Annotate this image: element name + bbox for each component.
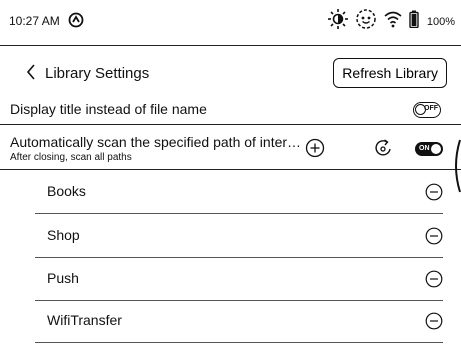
toggle-state-text: OFF <box>424 105 438 112</box>
battery-percent: 100% <box>426 15 455 28</box>
display-title-toggle[interactable]: OFF <box>413 102 441 118</box>
status-bar: 10:27 AM 100% <box>0 0 461 46</box>
toggle-state-text: ON <box>419 145 430 152</box>
sync-status-icon <box>68 12 84 33</box>
remove-path-icon[interactable] <box>425 227 443 250</box>
path-row-wifitransfer[interactable]: WifiTransfer <box>35 299 443 343</box>
auto-scan-row[interactable]: Automatically scan the specified path of… <box>0 126 461 170</box>
path-label: WifiTransfer <box>47 312 122 328</box>
auto-scan-label: Automatically scan the specified path of… <box>10 134 306 150</box>
side-handle[interactable] <box>451 138 461 199</box>
display-title-label: Display title instead of file name <box>10 101 207 117</box>
remove-path-icon[interactable] <box>425 270 443 293</box>
add-path-icon[interactable] <box>305 138 325 163</box>
path-label: Push <box>47 270 79 286</box>
brightness-icon[interactable] <box>327 8 349 35</box>
path-row-push[interactable]: Push <box>35 257 443 301</box>
path-row-shop[interactable]: Shop <box>35 214 443 258</box>
toggle-knob <box>431 144 441 154</box>
remove-path-icon[interactable] <box>425 183 443 206</box>
display-title-row[interactable]: Display title instead of file name OFF <box>0 96 461 125</box>
auto-scan-toggle[interactable]: ON <box>415 142 443 156</box>
refresh-library-button[interactable]: Refresh Library <box>333 58 447 88</box>
path-label: Shop <box>47 227 80 243</box>
path-label: Books <box>47 183 86 199</box>
status-time: 10:27 AM <box>9 14 60 28</box>
auto-scan-subtitle: After closing, scan all paths <box>10 152 132 163</box>
header: Library Settings Refresh Library <box>0 56 461 92</box>
remove-path-icon[interactable] <box>425 312 443 335</box>
back-arrow-icon[interactable] <box>24 62 38 87</box>
wifi-icon[interactable] <box>383 10 403 33</box>
page-title: Library Settings <box>45 65 150 82</box>
path-row-books[interactable]: Books <box>35 170 443 214</box>
battery-icon <box>409 10 419 33</box>
face-icon[interactable] <box>355 8 377 35</box>
rescan-icon[interactable] <box>372 137 394 164</box>
